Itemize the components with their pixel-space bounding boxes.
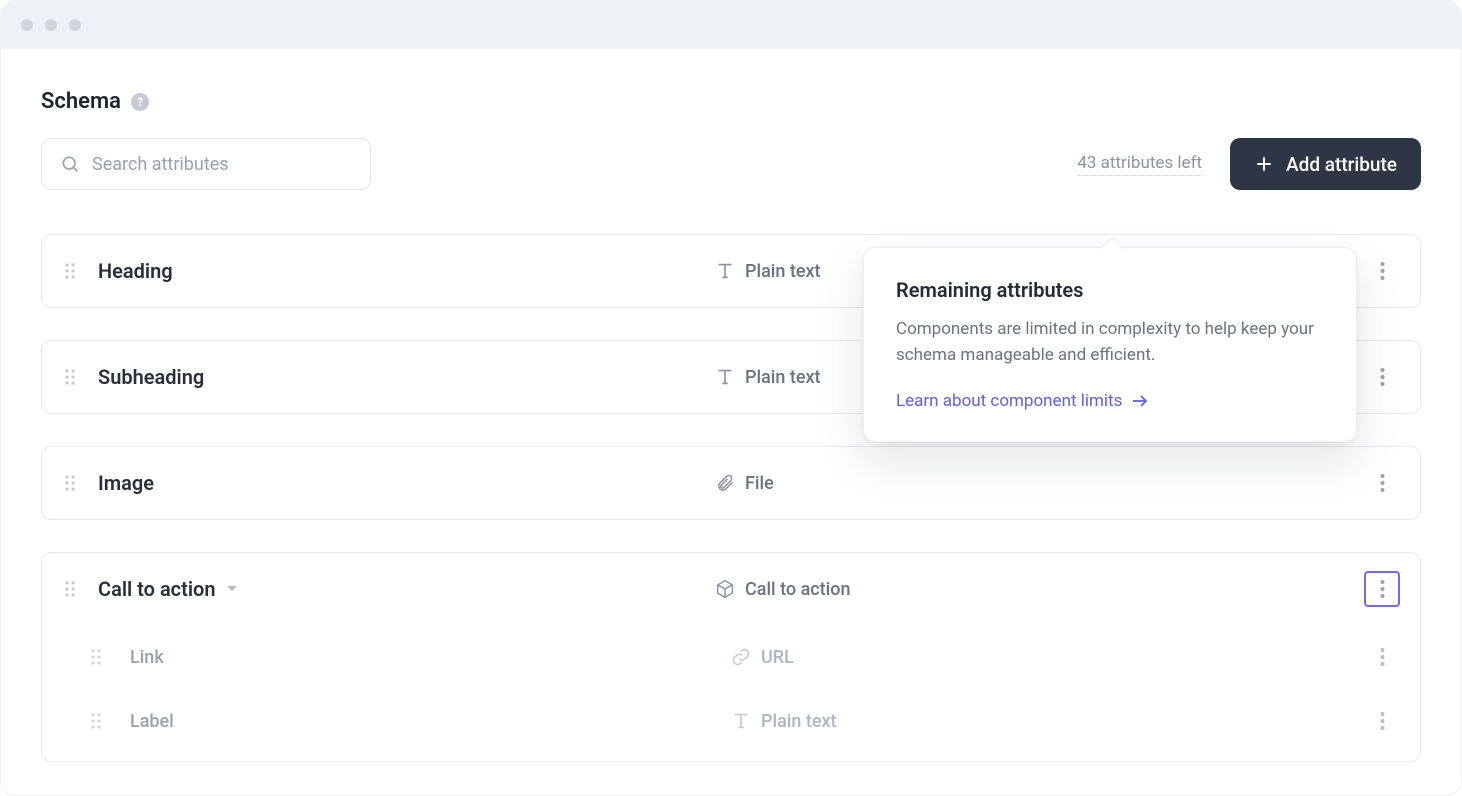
row-menu-button[interactable] xyxy=(1364,571,1400,607)
attribute-name[interactable]: Image xyxy=(98,471,705,495)
search-input-wrapper[interactable] xyxy=(41,138,371,190)
attribute-type: Call to action xyxy=(745,579,1352,600)
window-dot xyxy=(69,19,81,31)
add-attribute-button[interactable]: Add attribute xyxy=(1230,138,1421,190)
row-menu-button[interactable] xyxy=(1364,253,1400,289)
attribute-row-expandable: Call to action Call to action xyxy=(41,552,1421,762)
search-icon xyxy=(60,154,80,174)
attribute-name[interactable]: Call to action xyxy=(98,577,705,601)
row-menu-button[interactable] xyxy=(1364,465,1400,501)
drag-handle-icon[interactable] xyxy=(42,712,130,730)
attribute-type: File xyxy=(745,473,1352,494)
page-header: Schema ? xyxy=(41,89,1421,114)
attribute-name[interactable]: Label xyxy=(130,711,721,732)
nested-attributes: Link URL Label xyxy=(42,625,1420,761)
row-menu-button[interactable] xyxy=(1364,639,1400,675)
window-title-bar xyxy=(1,1,1461,49)
drag-handle-icon[interactable] xyxy=(42,474,98,492)
attribute-name[interactable]: Subheading xyxy=(98,365,705,389)
popover-body: Components are limited in complexity to … xyxy=(896,316,1324,369)
popover-title: Remaining attributes xyxy=(896,278,1324,302)
toolbar-right: 43 attributes left Add attribute xyxy=(1077,138,1421,190)
help-icon[interactable]: ? xyxy=(131,93,149,111)
app-window: Schema ? 43 attributes left Add attribut… xyxy=(0,0,1462,796)
text-type-icon xyxy=(721,710,761,732)
link-icon xyxy=(721,647,761,667)
attributes-left-popover: Remaining attributes Components are limi… xyxy=(863,247,1357,442)
attribute-row: Image File xyxy=(41,446,1421,520)
row-menu-button[interactable] xyxy=(1364,703,1400,739)
plus-icon xyxy=(1254,154,1274,174)
window-dot xyxy=(45,19,57,31)
box-icon xyxy=(705,578,745,600)
attribute-name[interactable]: Link xyxy=(130,647,721,668)
popover-link-label: Learn about component limits xyxy=(896,391,1122,411)
search-input[interactable] xyxy=(92,154,352,175)
drag-handle-icon[interactable] xyxy=(42,262,98,280)
drag-handle-icon[interactable] xyxy=(42,648,130,666)
text-type-icon xyxy=(705,366,745,388)
text-type-icon xyxy=(705,260,745,282)
attribute-type: URL xyxy=(761,647,1352,668)
content-area: Schema ? 43 attributes left Add attribut… xyxy=(1,49,1461,762)
add-attribute-label: Add attribute xyxy=(1286,153,1397,176)
attributes-left-label[interactable]: 43 attributes left xyxy=(1077,153,1202,176)
window-dot xyxy=(21,19,33,31)
row-menu-button[interactable] xyxy=(1364,359,1400,395)
arrow-right-icon xyxy=(1132,394,1148,408)
toolbar: 43 attributes left Add attribute xyxy=(41,138,1421,190)
drag-handle-icon[interactable] xyxy=(42,580,98,598)
drag-handle-icon[interactable] xyxy=(42,368,98,386)
attribute-name[interactable]: Heading xyxy=(98,259,705,283)
page-title: Schema xyxy=(41,89,121,114)
attribute-name-label: Call to action xyxy=(98,577,216,601)
attribute-type: Plain text xyxy=(761,711,1352,732)
popover-learn-link[interactable]: Learn about component limits xyxy=(896,391,1148,411)
paperclip-icon xyxy=(705,473,745,493)
chevron-down-icon xyxy=(226,585,238,593)
